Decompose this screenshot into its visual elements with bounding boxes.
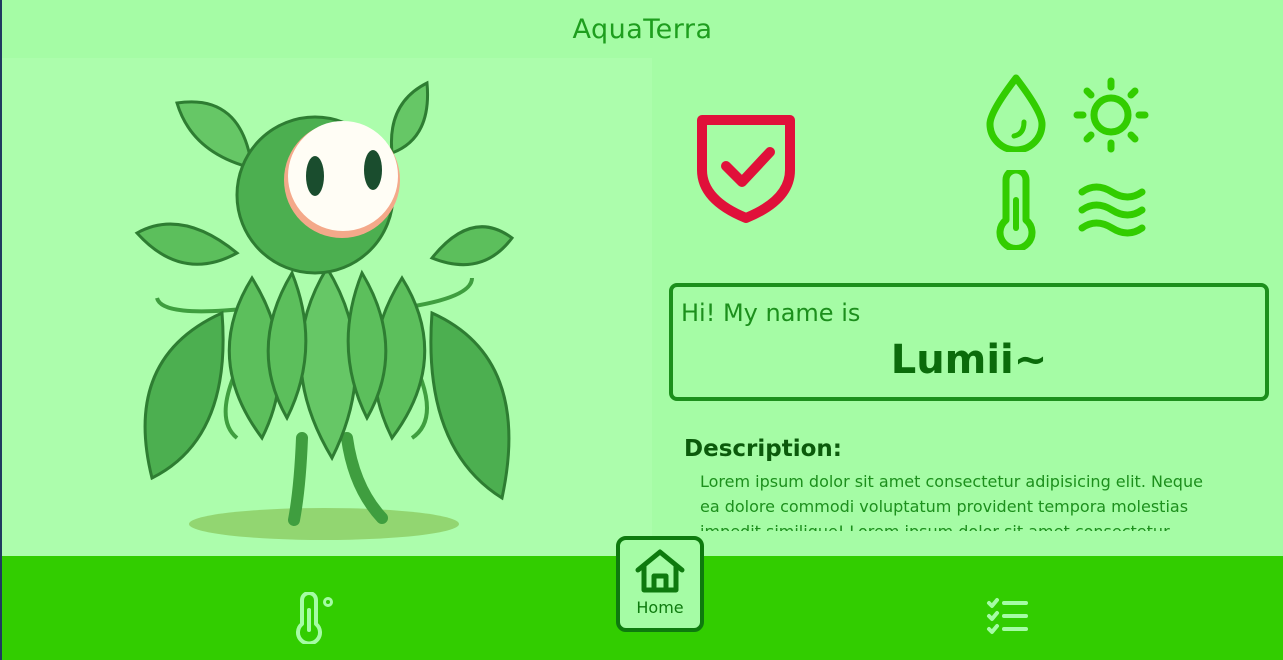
- thermometer-icon: [296, 592, 333, 644]
- nav-item-temperature[interactable]: [286, 590, 342, 646]
- thermometer-icon: [996, 170, 1036, 250]
- description-text: Lorem ipsum dolor sit amet consectetur a…: [700, 472, 1203, 531]
- checklist-icon: [987, 598, 1028, 634]
- nav-item-tasks[interactable]: [980, 592, 1036, 642]
- app-header: AquaTerra: [2, 0, 1283, 58]
- air-waves-icon: [1078, 183, 1146, 237]
- leaf-creature-illustration: [134, 80, 515, 540]
- nav-home-label: Home: [636, 598, 684, 617]
- description-title: Description:: [684, 436, 842, 462]
- app-title: AquaTerra: [572, 13, 713, 45]
- pet-portrait: [2, 58, 652, 556]
- sun-icon: [1073, 77, 1149, 153]
- pet-name-card: Hi! My name is Lumii~: [669, 283, 1269, 401]
- greeting-text: Hi! My name is: [681, 299, 861, 327]
- pet-name: Lumii~: [890, 337, 1048, 383]
- water-drop-icon: [986, 74, 1046, 152]
- home-icon: [635, 549, 685, 593]
- shield-check-icon: [697, 115, 795, 223]
- nav-item-home[interactable]: Home: [616, 536, 704, 632]
